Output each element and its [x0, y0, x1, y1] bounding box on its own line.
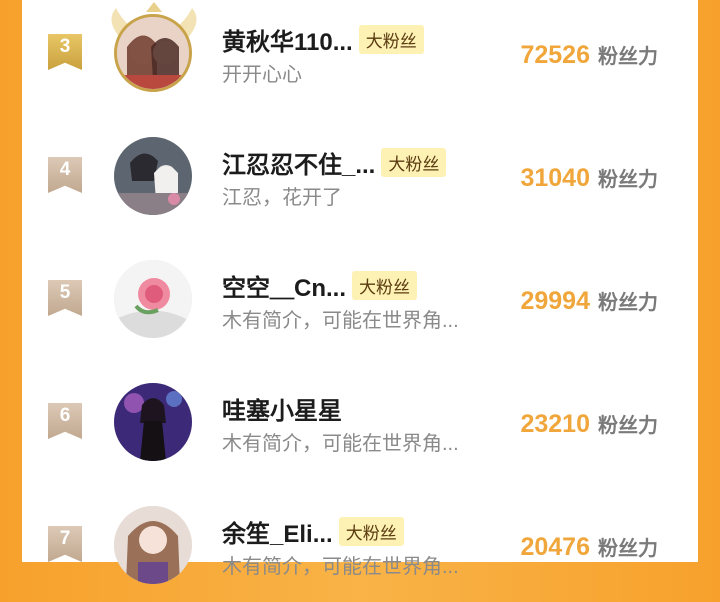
couple-avatar-icon	[117, 17, 189, 89]
user-avatar[interactable]	[114, 506, 192, 584]
girl-avatar-icon	[114, 383, 192, 461]
user-name[interactable]: 哇塞小星星	[222, 391, 342, 426]
fan-power-unit: 粉丝力	[598, 292, 658, 314]
ranking-row[interactable]: 5 空空＿Cn... 大粉丝 木有简介，可能在世界角... 29994 粉丝力	[22, 246, 698, 356]
ranking-row[interactable]: 7 余笙_Eli... 大粉丝 木有简介，可能在世界角... 20476 粉丝力	[22, 492, 698, 602]
user-avatar[interactable]	[114, 137, 192, 215]
rank-badge: 7	[48, 526, 82, 562]
rank-badge: 3	[48, 34, 82, 70]
ranking-row[interactable]: 4 江忍忍不住_... 大粉丝 江忍，花开了 31040 粉丝力	[22, 123, 698, 233]
rose-avatar-icon	[114, 260, 192, 338]
rank-badge: 4	[48, 157, 82, 193]
ranking-row[interactable]: 6 哇塞小星星 木有简介，可能在世界角... 23210 粉丝力	[22, 369, 698, 479]
fan-power-value: 20476	[520, 533, 590, 561]
fan-power-unit: 粉丝力	[598, 415, 658, 437]
user-name[interactable]: 空空＿Cn...	[222, 268, 346, 303]
anime-couple-avatar-icon	[114, 137, 192, 215]
user-bio: 开开心心	[222, 64, 302, 86]
rank-badge: 6	[48, 403, 82, 439]
user-bio: 木有简介，可能在世界角...	[222, 310, 459, 332]
user-avatar[interactable]	[114, 260, 192, 338]
fan-power-unit: 粉丝力	[598, 538, 658, 560]
fan-power-unit: 粉丝力	[598, 46, 658, 68]
user-bio: 江忍，花开了	[222, 187, 342, 209]
fan-level-badge: 大粉丝	[352, 271, 417, 300]
fan-level-badge: 大粉丝	[338, 517, 404, 546]
user-avatar[interactable]	[114, 383, 192, 461]
user-bio: 木有简介，可能在世界角...	[222, 556, 459, 578]
user-avatar[interactable]	[114, 14, 192, 92]
ranking-row[interactable]: 3 黄秋华110... 大粉丝 开开心心 72526 粉丝力	[22, 0, 698, 110]
fan-level-badge: 大粉丝	[358, 25, 424, 54]
user-name[interactable]: 江忍忍不住_...	[222, 145, 375, 180]
fan-power-value: 72526	[520, 41, 590, 69]
user-name[interactable]: 黄秋华110...	[222, 22, 353, 57]
fan-power-value: 29994	[520, 287, 590, 315]
fan-power-value: 23210	[520, 410, 590, 438]
anime-girl-avatar-icon	[114, 506, 192, 584]
user-bio: 木有简介，可能在世界角...	[222, 433, 459, 455]
fan-level-badge: 大粉丝	[381, 148, 447, 177]
ranking-panel: 3 黄秋华110... 大粉丝 开开心心 72526 粉丝力 4 江忍忍不住_.…	[22, 0, 698, 584]
rank-badge: 5	[48, 280, 82, 316]
user-name[interactable]: 余笙_Eli...	[222, 514, 333, 549]
fan-power-unit: 粉丝力	[598, 169, 658, 191]
fan-power-value: 31040	[520, 164, 590, 192]
